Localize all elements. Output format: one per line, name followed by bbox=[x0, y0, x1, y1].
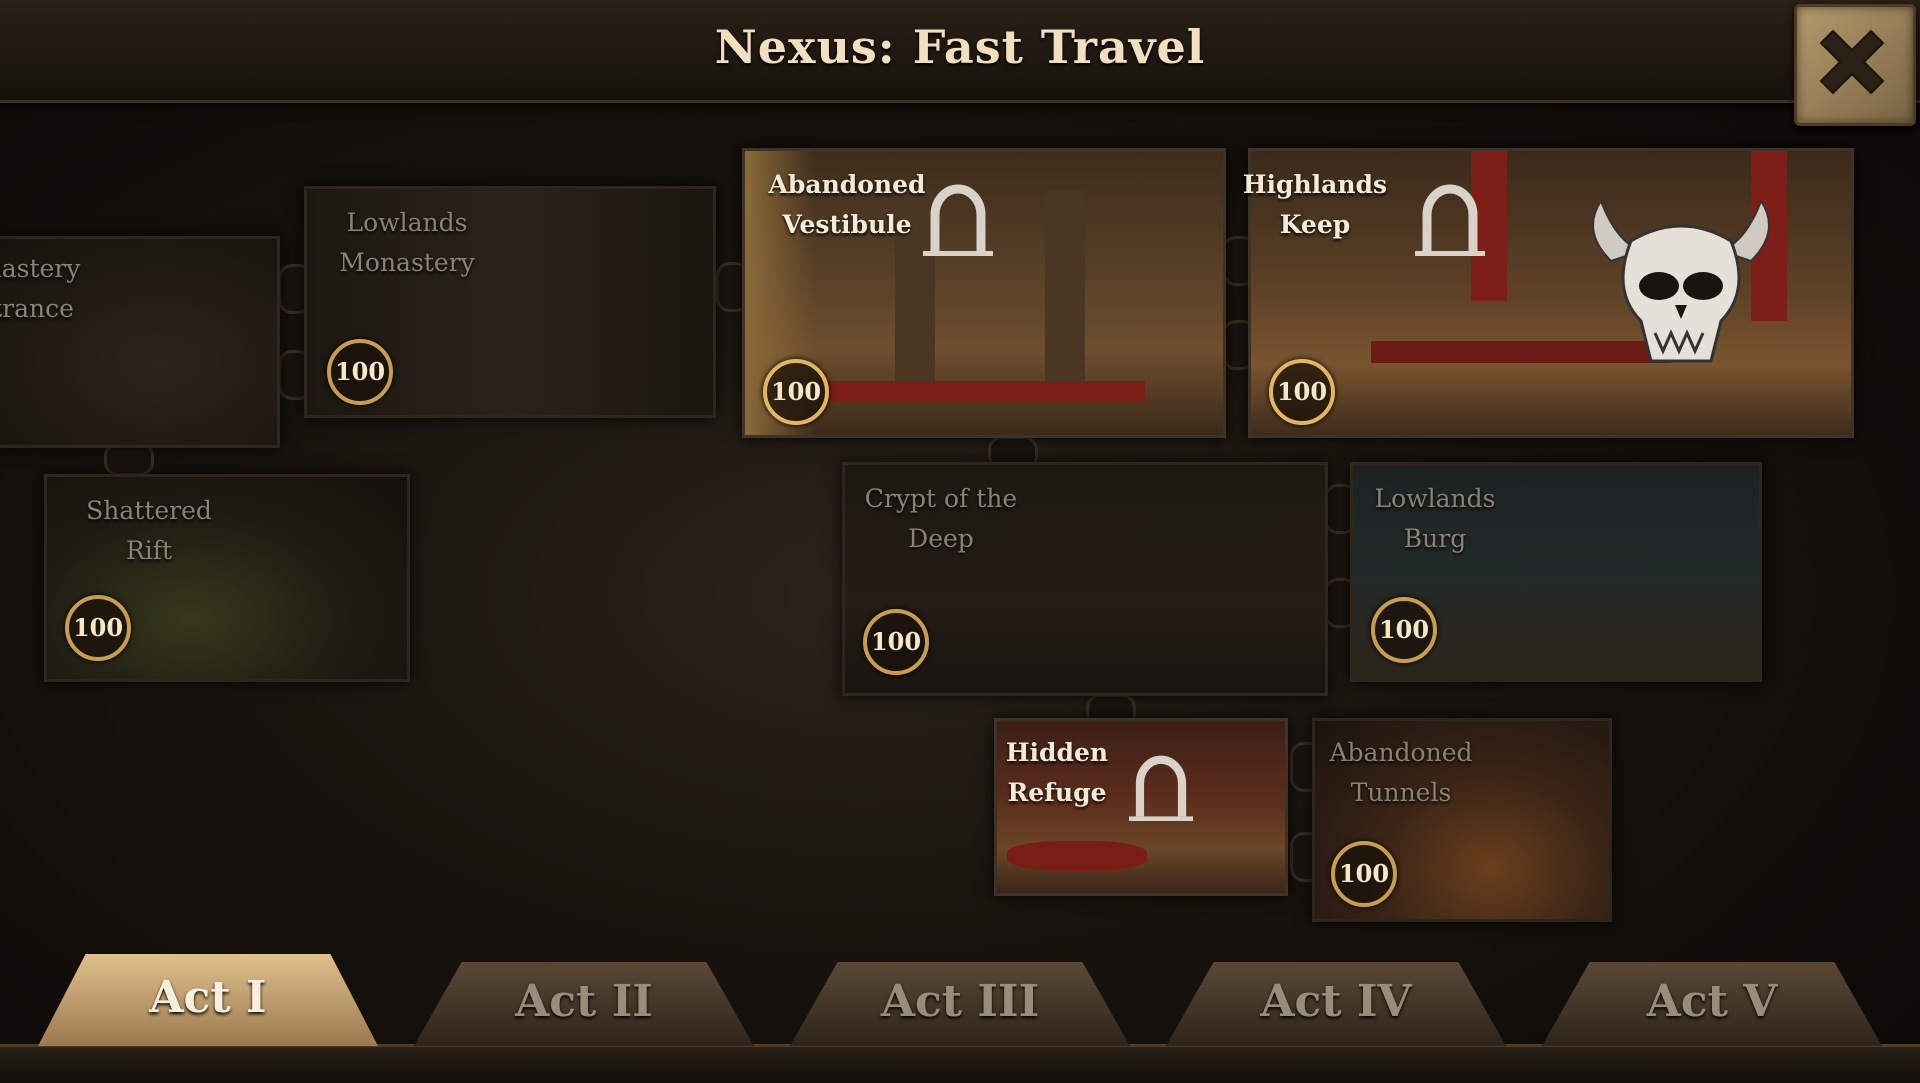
boss-skull-icon bbox=[1592, 201, 1770, 363]
tab-label: Act V bbox=[1646, 976, 1778, 1027]
tab-act-3[interactable]: Act III bbox=[790, 962, 1130, 1046]
location-abandoned-vestibule[interactable]: Abandoned Vestibule 100 bbox=[742, 148, 1226, 438]
cost-badge: 100 bbox=[863, 609, 929, 675]
location-name: Crypt of the Deep bbox=[864, 484, 1018, 553]
act-tab-bar bbox=[0, 1044, 1920, 1083]
cost-badge: 100 bbox=[1331, 841, 1397, 907]
location-monastery-entrance[interactable]: nasterytrance bbox=[0, 236, 280, 448]
cost-badge: 100 bbox=[763, 359, 829, 425]
location-name: Highlands Keep bbox=[1242, 170, 1388, 239]
cost-badge: 100 bbox=[327, 339, 393, 405]
location-name: Lowlands Burg bbox=[1374, 484, 1496, 553]
tab-act-4[interactable]: Act IV bbox=[1166, 962, 1506, 1046]
location-name: Abandoned Tunnels bbox=[1329, 738, 1473, 807]
location-crypt-of-the-deep[interactable]: Crypt of the Deep 100 bbox=[842, 462, 1328, 696]
cost-badge: 100 bbox=[65, 595, 131, 661]
tab-act-1[interactable]: Act I bbox=[38, 954, 378, 1046]
tab-label: Act I bbox=[149, 972, 267, 1023]
location-name: Shattered Rift bbox=[86, 496, 212, 565]
tab-label: Act III bbox=[880, 976, 1040, 1027]
location-highlands-keep[interactable]: Highlands Keep 100 bbox=[1243, 148, 1854, 438]
location-name: nasterytrance bbox=[0, 254, 81, 323]
close-icon bbox=[1819, 29, 1885, 95]
location-lowlands-monastery[interactable]: Lowlands Monastery 100 bbox=[304, 186, 716, 418]
location-abandoned-tunnels[interactable]: Abandoned Tunnels 100 bbox=[1312, 718, 1612, 922]
location-shattered-rift[interactable]: Shattered Rift 100 bbox=[44, 474, 410, 682]
tab-label: Act IV bbox=[1260, 976, 1412, 1027]
location-lowlands-burg[interactable]: Lowlands Burg 100 bbox=[1350, 462, 1762, 682]
tab-label: Act II bbox=[515, 976, 653, 1027]
location-name: Abandoned Vestibule bbox=[768, 170, 926, 239]
page-title: Nexus: Fast Travel bbox=[714, 20, 1206, 74]
cost-badge: 100 bbox=[1371, 597, 1437, 663]
tab-act-2[interactable]: Act II bbox=[414, 962, 754, 1046]
location-name: Hidden Refuge bbox=[1005, 738, 1109, 807]
tab-act-5[interactable]: Act V bbox=[1542, 962, 1882, 1046]
location-name: Lowlands Monastery bbox=[339, 208, 475, 277]
close-button[interactable] bbox=[1794, 4, 1916, 126]
waypoint-icon bbox=[1415, 184, 1485, 256]
location-hidden-refuge[interactable]: Hidden Refuge bbox=[994, 718, 1288, 896]
header-bar: Nexus: Fast Travel bbox=[0, 0, 1920, 103]
cost-badge: 100 bbox=[1269, 359, 1335, 425]
